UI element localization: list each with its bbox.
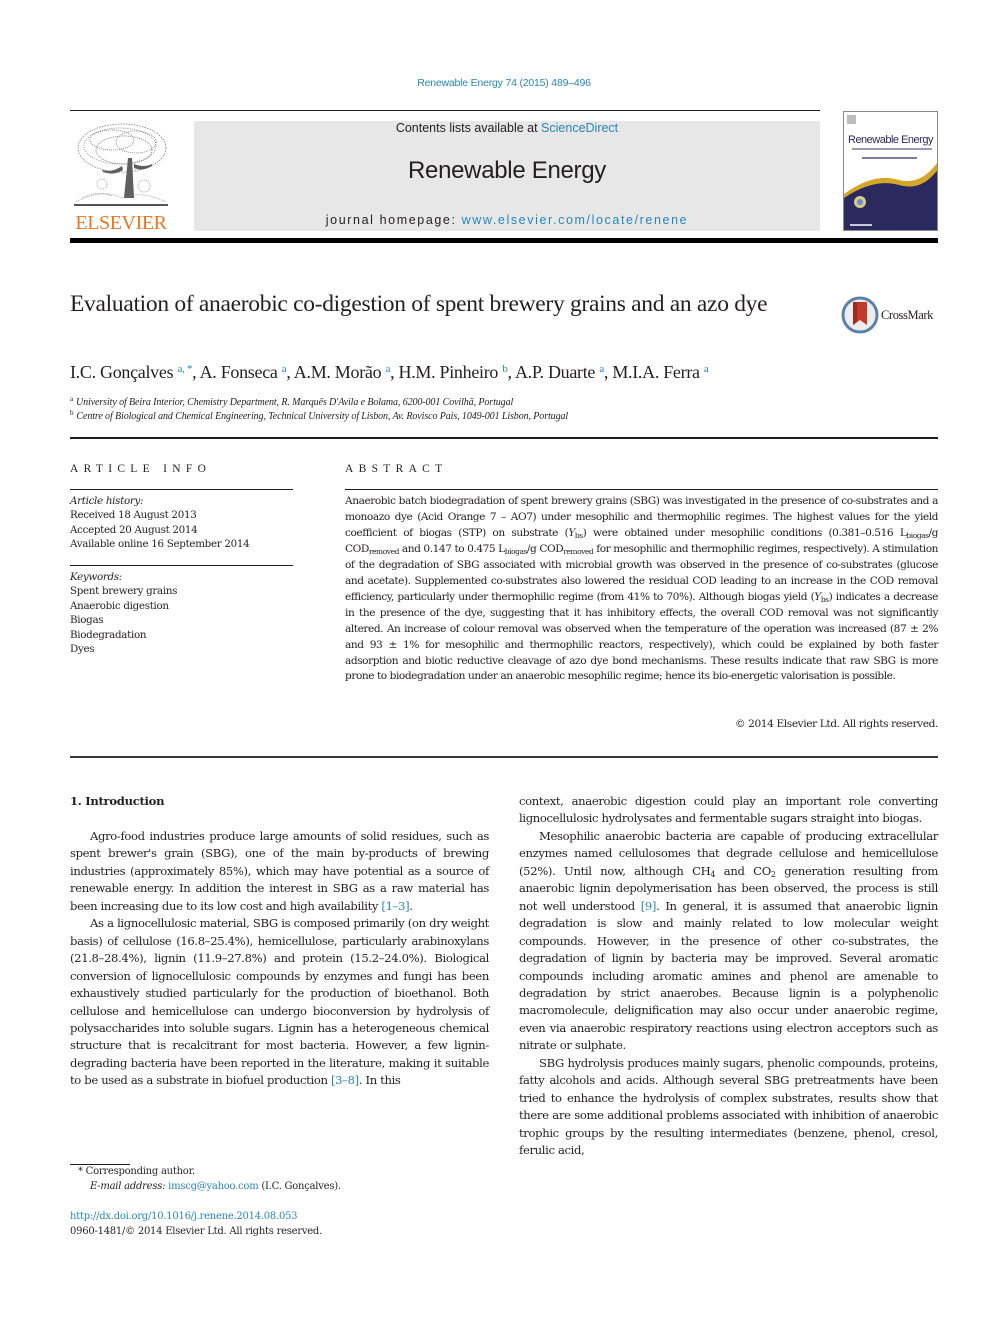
paragraph-text: . [409, 898, 413, 913]
article-info-heading: ARTICLE INFO [70, 463, 212, 475]
unit-sub: biogas [906, 530, 929, 540]
symbol-sub: bs [574, 530, 583, 540]
paragraph-text: Agro-food industries produce large amoun… [70, 829, 489, 913]
paragraph: SBG hydrolysis produces mainly sugars, p… [519, 1055, 938, 1158]
history-accepted: Accepted 20 August 2014 [70, 523, 198, 536]
paragraph: As a lignocellulosic material, SBG is co… [70, 915, 489, 1090]
paragraph-text: and CO [715, 863, 771, 878]
keyword: Dyes [70, 643, 95, 656]
section-divider [70, 437, 938, 439]
abstract-segment: ) indicates a decrease in the presence o… [345, 590, 938, 683]
unit-sub: removed [563, 546, 594, 556]
paragraph-text: As a lignocellulosic material, SBG is co… [70, 916, 489, 1088]
author-name[interactable]: H.M. Pinheiro [399, 362, 499, 382]
keyword: Biodegradation [70, 628, 147, 641]
crossmark-label: CrossMark [881, 308, 933, 322]
body-column-right: context, anaerobic digestion could play … [519, 793, 938, 1160]
author-affiliation-marker[interactable]: a [386, 363, 391, 375]
homepage-prefix: journal homepage: [325, 213, 462, 227]
paragraph: Agro-food industries produce large amoun… [70, 828, 489, 915]
footnote-rule [70, 1164, 130, 1165]
body-column-left: Agro-food industries produce large amoun… [70, 828, 489, 1090]
abstract-segment: /g COD [526, 542, 564, 555]
journal-citation-link[interactable]: Renewable Energy 74 (2015) 489–496 [0, 77, 992, 89]
contents-line: Contents lists available at ScienceDirec… [194, 121, 820, 135]
cover-subtitle-line [852, 148, 932, 150]
paragraph: Mesophilic anaerobic bacteria are capabl… [519, 828, 938, 1055]
abstract-segment: and 0.147 to 0.475 L [398, 542, 505, 555]
cover-subtitle-line-2 [862, 157, 917, 159]
email-label: E-mail address: [90, 1181, 169, 1192]
abstract-copyright: © 2014 Elsevier Ltd. All rights reserved… [734, 718, 938, 730]
unit-sub: biogas [504, 546, 528, 556]
affiliation-b: b Centre of Biological and Chemical Engin… [70, 409, 940, 422]
author-name[interactable]: I.C. Gonçalves [70, 362, 174, 382]
author-affiliation-marker[interactable]: a [282, 363, 287, 375]
email-note: E-mail address: imscg@yahoo.com (I.C. Go… [90, 1181, 520, 1192]
header-rule [70, 110, 820, 111]
author-affiliation-marker[interactable]: a [599, 363, 604, 375]
abstract-text: Anaerobic batch biodegradation of spent … [345, 494, 938, 685]
abstract-rule [345, 489, 938, 491]
issn-copyright: 0960-1481/© 2014 Elsevier Ltd. All right… [70, 1226, 323, 1237]
author-affiliation-marker[interactable]: a [704, 363, 709, 375]
homepage-line: journal homepage: www.elsevier.com/locat… [194, 213, 820, 227]
paragraph-text: . In general, it is assumed that anaerob… [519, 898, 938, 1053]
affiliation-key: b [70, 409, 74, 417]
keyword: Anaerobic digestion [70, 599, 169, 612]
journal-banner: Contents lists available at ScienceDirec… [194, 121, 820, 231]
journal-homepage-link[interactable]: www.elsevier.com/locate/renene [462, 213, 689, 227]
email-link[interactable]: imscg@yahoo.com [168, 1181, 259, 1192]
reference-link[interactable]: [3–8] [331, 1073, 359, 1087]
affiliation-a: a University of Beira Interior, Chemistry… [70, 395, 940, 408]
cover-artwork-icon [844, 115, 937, 230]
affiliation-key: a [70, 395, 74, 403]
keywords-rule [70, 565, 293, 567]
affiliation-text: University of Beira Interior, Chemistry … [76, 397, 514, 408]
sciencedirect-link[interactable]: ScienceDirect [541, 121, 618, 135]
keyword: Biogas [70, 614, 104, 627]
author-name[interactable]: A.P. Duarte [515, 362, 595, 382]
article-history: Article history: Received 18 August 2013… [70, 494, 300, 552]
author-list: I.C. Gonçalves a, *, A. Fonseca a, A.M. … [70, 362, 709, 382]
introduction-heading: 1. Introduction [70, 794, 165, 808]
cover-title: Renewable Energy [848, 134, 933, 146]
article-title: Evaluation of anaerobic co-digestion of … [70, 291, 768, 317]
crossmark-icon [841, 296, 879, 334]
unit-sub: removed [368, 546, 399, 556]
email-owner: (I.C. Gonçalves). [258, 1181, 341, 1192]
abstract-segment: ) were obtained under mesophilic conditi… [582, 526, 907, 539]
journal-name: Renewable Energy [408, 157, 606, 184]
author-name[interactable]: A.M. Morão [294, 362, 382, 382]
author-name[interactable]: A. Fonseca [200, 362, 278, 382]
article-history-label: Article history: [70, 495, 144, 507]
author-name[interactable]: M.I.A. Ferra [612, 362, 700, 382]
author-affiliation-marker[interactable]: b [502, 363, 508, 375]
contents-prefix: Contents lists available at [395, 121, 542, 135]
doi-line: http://dx.doi.org/10.1016/j.renene.2014.… [70, 1211, 500, 1222]
affiliation-text: Centre of Biological and Chemical Engine… [76, 411, 569, 422]
symbol-sub: bs [820, 594, 829, 604]
header-thick-rule [70, 238, 938, 243]
crossmark-button[interactable]: CrossMark [841, 296, 941, 334]
journal-cover-thumbnail[interactable]: Renewable Energy [843, 111, 938, 231]
elsevier-wordmark: ELSEVIER [75, 212, 167, 234]
keywords-block: Keywords: Spent brewery grains Anaerobic… [70, 570, 300, 656]
history-online: Available online 16 September 2014 [70, 538, 250, 551]
body-divider [70, 756, 938, 758]
author-affiliation-marker[interactable]: a, * [177, 363, 192, 375]
corresponding-author-note: * Corresponding author. [78, 1166, 195, 1177]
reference-link[interactable]: [1–3] [381, 899, 409, 913]
elsevier-tree-icon [72, 118, 170, 210]
doi-link[interactable]: http://dx.doi.org/10.1016/j.renene.2014.… [70, 1211, 298, 1222]
history-received: Received 18 August 2013 [70, 509, 197, 522]
paragraph-text: . In this [358, 1073, 401, 1088]
keyword: Spent brewery grains [70, 585, 178, 598]
paragraph: context, anaerobic digestion could play … [519, 794, 938, 826]
elsevier-logo: ELSEVIER [70, 118, 172, 233]
abstract-heading: ABSTRACT [345, 463, 448, 475]
keywords-label: Keywords: [70, 571, 122, 583]
article-info-rule [70, 489, 293, 491]
reference-link[interactable]: [9] [641, 899, 657, 913]
